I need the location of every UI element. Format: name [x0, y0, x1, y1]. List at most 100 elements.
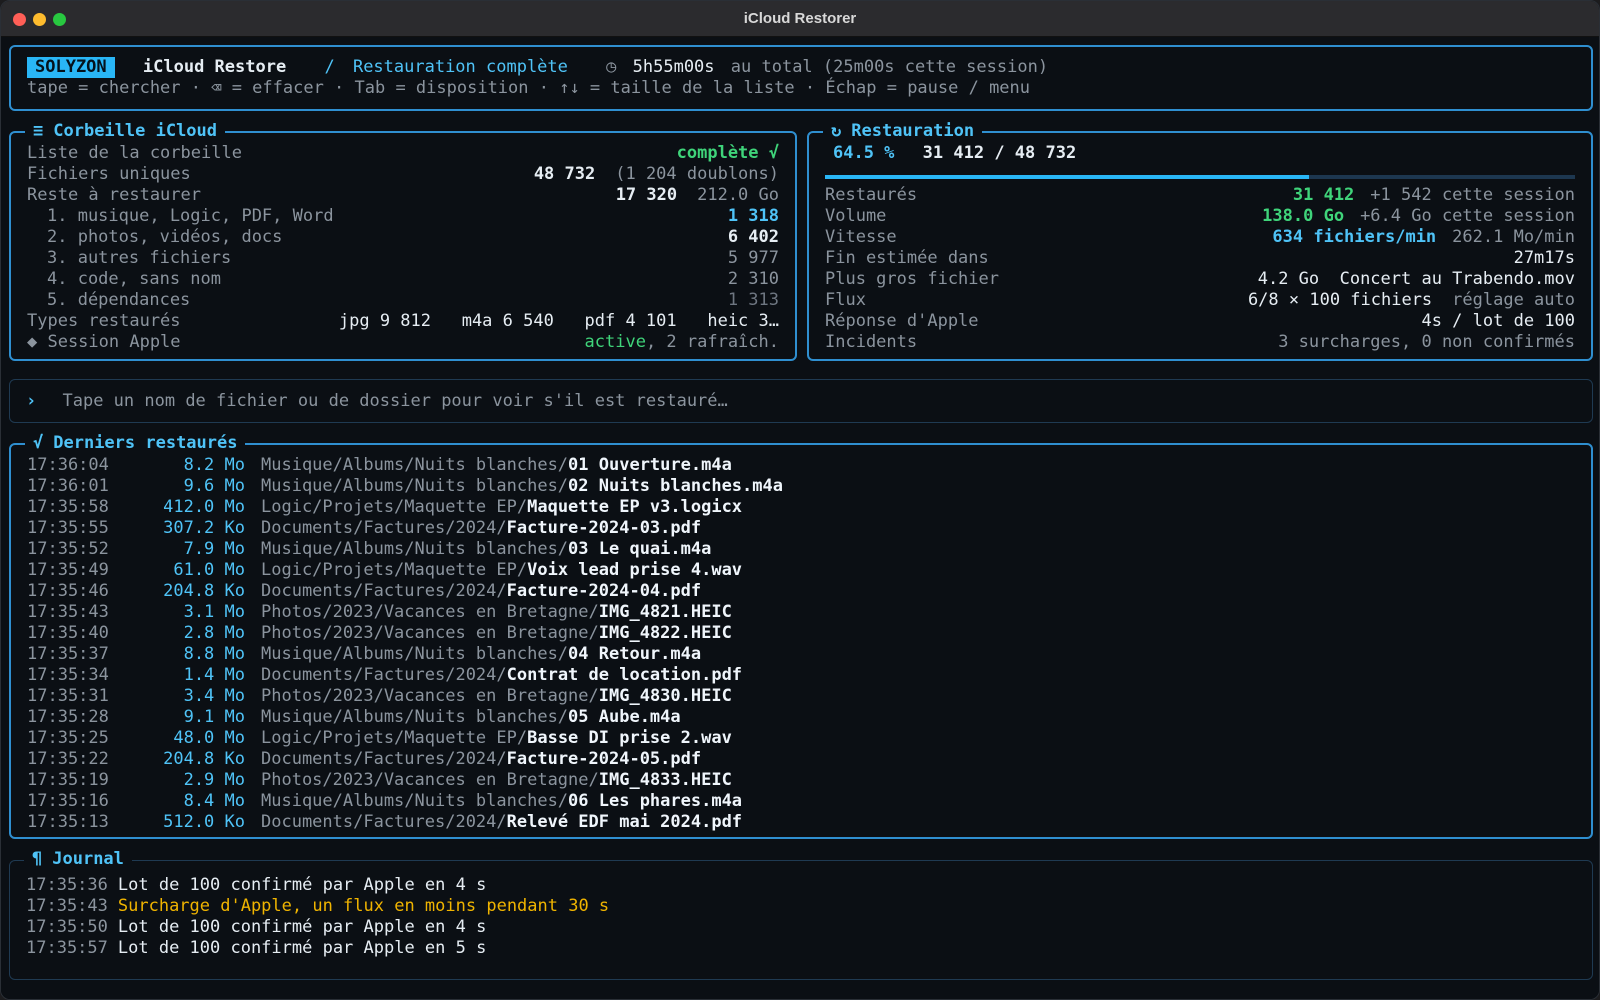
restore-row-label: Plus gros fichier [825, 269, 999, 289]
restore-panel-title: ↻ Restauration [823, 121, 983, 141]
journal-text: Lot de 100 confirmé par Apple en 4 s [117, 875, 487, 895]
remaining-size: 212.0 Go [697, 185, 779, 205]
restored-size: 3.4 Mo [183, 686, 245, 706]
category-label: 3. autres fichiers [47, 248, 232, 268]
terminal-area: SOLYZON iCloud Restore / Restauration co… [1, 37, 1599, 999]
progress-bar [825, 175, 1575, 179]
restored-dir: Musique/Albums/Nuits blanches/ [261, 644, 569, 664]
restored-file-row[interactable]: 17:35:49 61.0 Mo Logic/Projets/Maquette EP… [27, 560, 1575, 581]
restored-file-row[interactable]: 17:35:31 3.4 Mo Photos/2023/Vacances en Br… [27, 686, 1575, 707]
restored-path: Logic/Projets/Maquette EP/Maquette EP v3… [261, 497, 742, 518]
restored-path: Musique/Albums/Nuits blanches/04 Retour.… [261, 644, 701, 665]
journal-text: Lot de 100 confirmé par Apple en 4 s [117, 917, 487, 937]
restored-file-row[interactable]: 17:35:43 3.1 Mo Photos/2023/Vacances en Br… [27, 602, 1575, 623]
restored-dir: Musique/Albums/Nuits blanches/ [261, 791, 569, 811]
restored-file-row[interactable]: 17:35:46 204.8 Ko Documents/Factures/2024/… [27, 581, 1575, 602]
restored-time: 17:35:43 [27, 602, 109, 622]
restored-file-row[interactable]: 17:36:04 8.2 Mo Musique/Albums/Nuits blanc… [27, 455, 1575, 476]
restored-path: Musique/Albums/Nuits blanches/03 Le quai… [261, 539, 711, 560]
restore-row-restored: Restaurés 31 412 +1 542 cette session [825, 185, 1575, 206]
largest-file-value: 4.2 Go Concert au Trabendo.mov [1257, 269, 1575, 289]
restored-filename: 05 Aube.m4a [568, 707, 681, 727]
restored-time: 17:36:01 [27, 476, 109, 496]
restore-row-streams: Flux 6/8 × 100 fichiers réglage auto [825, 290, 1575, 311]
restore-row-label: Volume [825, 206, 887, 226]
trash-row-cat4: 4. code, sans nom 2 310 [27, 269, 779, 290]
restored-file-row[interactable]: 17:35:28 9.1 Mo Musique/Albums/Nuits blanc… [27, 707, 1575, 728]
incidents-value: 3 surcharges, 0 non confirmés [1278, 332, 1575, 352]
pilcrow-icon: ¶ [32, 849, 43, 869]
duplicates-value: (1 204 doublons) [615, 164, 779, 184]
restored-time: 17:35:46 [27, 581, 109, 601]
restored-dir: Logic/Projets/Maquette EP/ [261, 560, 528, 580]
restored-path: Documents/Factures/2024/Facture-2024-05.… [261, 749, 701, 770]
restored-dir: Logic/Projets/Maquette EP/ [261, 497, 528, 517]
header-panel: SOLYZON iCloud Restore / Restauration co… [9, 45, 1593, 111]
mode-label: Restauration complète [352, 57, 568, 77]
journal-time: 17:35:43 [26, 896, 108, 916]
restored-file-row[interactable]: 17:35:52 7.9 Mo Musique/Albums/Nuits blanc… [27, 539, 1575, 560]
recent-panel-title: √ Derniers restaurés [25, 433, 246, 453]
restored-size: 412.0 Mo [163, 497, 245, 517]
trash-panel: ≡ Corbeille iCloud Liste de la corbeille … [9, 121, 797, 361]
trash-row-cat3: 3. autres fichiers 5 977 [27, 248, 779, 269]
keyboard-hints: tape = chercher · ⌫ = effacer · Tab = di… [27, 78, 1031, 98]
restored-file-row[interactable]: 17:35:19 2.9 Mo Photos/2023/Vacances en Br… [27, 770, 1575, 791]
unique-files-value: 48 732 [533, 164, 596, 184]
restored-size: 3.1 Mo [183, 602, 245, 622]
restored-filename: IMG_4822.HEIC [598, 623, 732, 643]
restored-size: 512.0 Ko [163, 812, 245, 832]
restore-row-label: Réponse d'Apple [825, 311, 979, 331]
restored-size: 8.4 Mo [183, 791, 245, 811]
restore-row-label: Incidents [825, 332, 918, 352]
search-line[interactable]: › Tape un nom de fichier ou de dossier p… [26, 391, 1576, 412]
restored-dir: Documents/Factures/2024/ [261, 518, 507, 538]
journal-text: Lot de 100 confirmé par Apple en 5 s [117, 938, 487, 958]
restored-path: Musique/Albums/Nuits blanches/01 Ouvertu… [261, 455, 732, 476]
journal-title-text: Journal [52, 849, 124, 869]
trash-row-label: ◆ Session Apple [27, 332, 181, 352]
restored-file-row[interactable]: 17:35:13 512.0 Ko Documents/Factures/2024/… [27, 812, 1575, 833]
recent-title-text: Derniers restaurés [53, 433, 238, 453]
restored-time: 17:36:04 [27, 455, 109, 475]
restored-dir: Musique/Albums/Nuits blanches/ [261, 539, 569, 559]
refresh-icon: ↻ [831, 121, 842, 141]
restore-row-label: Vitesse [825, 227, 897, 247]
restored-path: Documents/Factures/2024/Relevé EDF mai 2… [261, 812, 742, 833]
restored-file-row[interactable]: 17:35:34 1.4 Mo Documents/Factures/2024/Co… [27, 665, 1575, 686]
trash-row-label: Liste de la corbeille [27, 143, 242, 163]
restored-dir: Documents/Factures/2024/ [261, 749, 507, 769]
restored-file-row[interactable]: 17:35:40 2.8 Mo Photos/2023/Vacances en Br… [27, 623, 1575, 644]
breadcrumb-separator: / [324, 57, 335, 77]
journal-panel-title: ¶ Journal [24, 849, 132, 869]
restored-size: 7.9 Mo [183, 539, 245, 559]
search-box[interactable]: › Tape un nom de fichier ou de dossier p… [9, 379, 1593, 423]
restored-path: Documents/Factures/2024/Facture-2024-04.… [261, 581, 701, 602]
restored-dir: Musique/Albums/Nuits blanches/ [261, 476, 569, 496]
restored-filename: IMG_4833.HEIC [598, 770, 732, 790]
restored-file-row[interactable]: 17:35:16 8.4 Mo Musique/Albums/Nuits blanc… [27, 791, 1575, 812]
search-input[interactable]: Tape un nom de fichier ou de dossier pou… [63, 391, 728, 411]
category-value: 1 313 [727, 290, 779, 310]
restore-row-label: Fin estimée dans [825, 248, 989, 268]
restored-file-row[interactable]: 17:35:37 8.8 Mo Musique/Albums/Nuits blanc… [27, 644, 1575, 665]
restored-file-row[interactable]: 17:35:58 412.0 Mo Logic/Projets/Maquette E… [27, 497, 1575, 518]
restored-file-row[interactable]: 17:35:22 204.8 Ko Documents/Factures/2024/… [27, 749, 1575, 770]
restored-time: 17:35:31 [27, 686, 109, 706]
journal-panel: ¶ Journal 17:35:36 Lot de 100 confirmé par… [9, 849, 1593, 980]
restored-dir: Photos/2023/Vacances en Bretagne/ [261, 686, 599, 706]
journal-time: 17:35:57 [26, 938, 108, 958]
category-label: 4. code, sans nom [47, 269, 221, 289]
restored-path: Documents/Factures/2024/Contrat de locat… [261, 665, 742, 686]
category-label: 5. dépendances [47, 290, 191, 310]
restored-size: 2.9 Mo [183, 770, 245, 790]
trash-row-cat5: 5. dépendances 1 313 [27, 290, 779, 311]
restored-size: 9.6 Mo [183, 476, 245, 496]
recent-panel: √ Derniers restaurés 17:36:04 8.2 Mo Musiqu… [9, 433, 1593, 839]
restored-file-row[interactable]: 17:35:25 48.0 Mo Logic/Projets/Maquette EP… [27, 728, 1575, 749]
restored-types: jpg 9 812 m4a 6 540 pdf 4 101 heic 3… [338, 311, 779, 331]
restored-filename: Contrat de location.pdf [506, 665, 743, 685]
restored-file-row[interactable]: 17:36:01 9.6 Mo Musique/Albums/Nuits blanc… [27, 476, 1575, 497]
restored-time: 17:35:25 [27, 728, 109, 748]
restored-file-row[interactable]: 17:35:55 307.2 Ko Documents/Factures/2024/… [27, 518, 1575, 539]
